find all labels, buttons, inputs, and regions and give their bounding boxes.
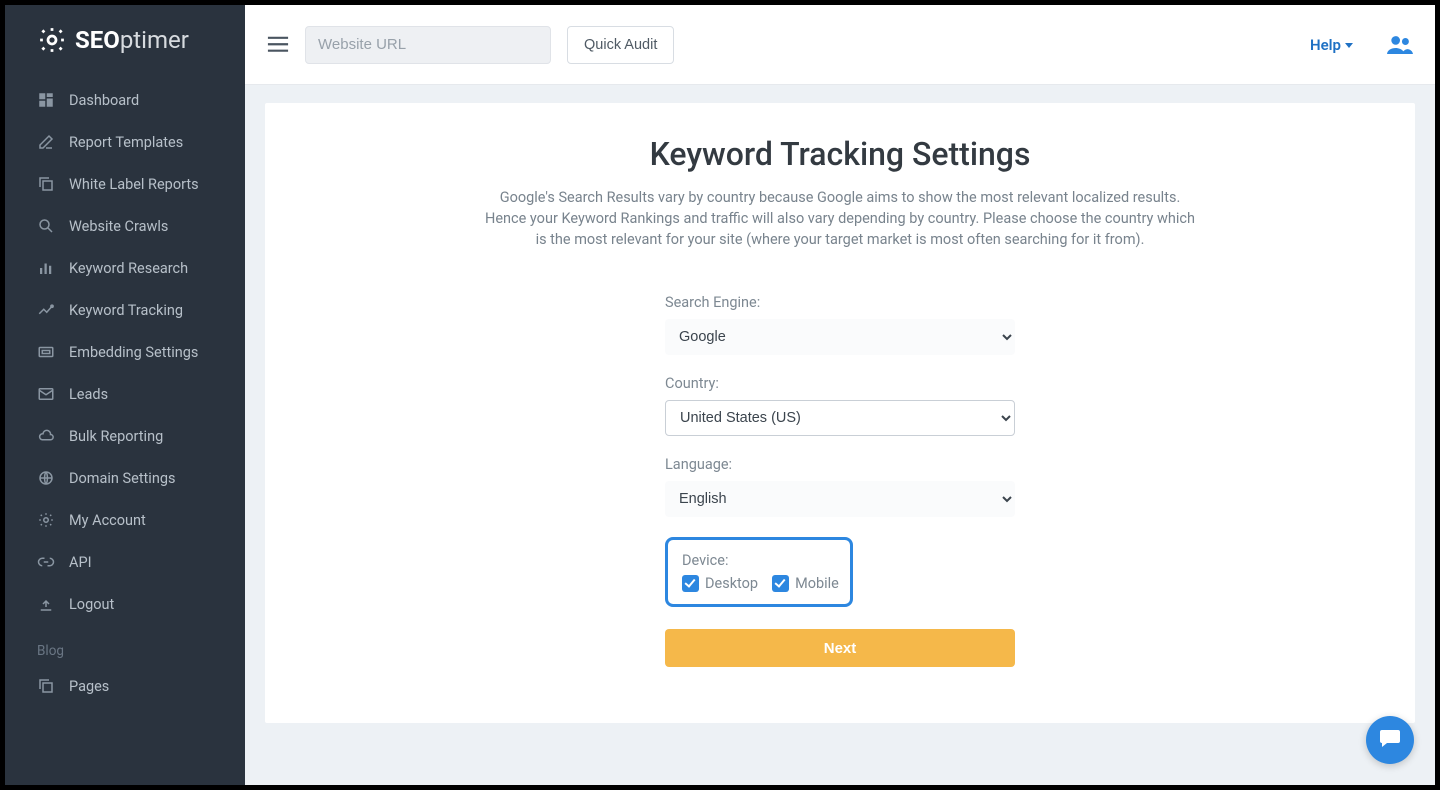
website-url-input[interactable] — [305, 26, 551, 64]
brand-text: SEOptimer — [75, 26, 189, 54]
chat-icon — [1378, 726, 1402, 754]
checkbox-mobile[interactable]: Mobile — [772, 575, 839, 592]
nav-label: Embedding Settings — [69, 344, 198, 361]
sidebar-item-report-templates[interactable]: Report Templates — [5, 121, 245, 163]
nav-label: Website Crawls — [69, 218, 168, 235]
checkbox-label: Mobile — [795, 575, 839, 592]
select-language[interactable]: English — [665, 481, 1015, 517]
checkbox-label: Desktop — [705, 575, 758, 592]
top-header: Quick Audit Help — [245, 5, 1435, 85]
embed-icon — [37, 343, 55, 361]
nav-label: Domain Settings — [69, 470, 175, 487]
search-icon — [37, 217, 55, 235]
sidebar-item-dashboard[interactable]: Dashboard — [5, 79, 245, 121]
users-icon[interactable] — [1387, 35, 1413, 55]
sidebar-nav: Dashboard Report Templates White Label R… — [5, 73, 245, 707]
sidebar-item-logout[interactable]: Logout — [5, 583, 245, 625]
brand-logo[interactable]: SEOptimer — [5, 5, 245, 73]
nav-label: White Label Reports — [69, 176, 199, 193]
field-language: Language: English — [665, 456, 1015, 517]
nav-label: Bulk Reporting — [69, 428, 163, 445]
copy-icon — [37, 175, 55, 193]
dashboard-icon — [37, 91, 55, 109]
caret-down-icon — [1345, 43, 1353, 48]
nav-label: Leads — [69, 386, 108, 403]
label-search-engine: Search Engine: — [665, 294, 1015, 311]
mail-icon — [37, 385, 55, 403]
content-area: Keyword Tracking Settings Google's Searc… — [245, 85, 1435, 785]
help-label: Help — [1310, 36, 1341, 54]
page-description: Google's Search Results vary by country … — [480, 187, 1200, 250]
select-country[interactable]: United States (US) — [665, 400, 1015, 436]
sidebar-item-domain-settings[interactable]: Domain Settings — [5, 457, 245, 499]
sidebar-item-my-account[interactable]: My Account — [5, 499, 245, 541]
menu-toggle-icon[interactable] — [267, 36, 289, 54]
nav-label: Dashboard — [69, 92, 139, 109]
settings-form: Search Engine: Google Country: United St… — [665, 294, 1015, 667]
next-button[interactable]: Next — [665, 629, 1015, 667]
sidebar-item-api[interactable]: API — [5, 541, 245, 583]
trend-icon — [37, 301, 55, 319]
sidebar-item-leads[interactable]: Leads — [5, 373, 245, 415]
sidebar-section-blog: Blog — [5, 625, 245, 665]
sidebar-item-embedding[interactable]: Embedding Settings — [5, 331, 245, 373]
cog-icon — [37, 511, 55, 529]
nav-label: Keyword Tracking — [69, 302, 183, 319]
gear-icon — [37, 25, 67, 55]
nav-label: Keyword Research — [69, 260, 188, 277]
nav-label: API — [69, 554, 92, 571]
device-highlight-box: Device: Desktop Mobile — [665, 537, 853, 607]
field-country: Country: United States (US) — [665, 375, 1015, 436]
pages-icon — [37, 677, 55, 695]
checkbox-desktop[interactable]: Desktop — [682, 575, 758, 592]
sidebar-item-website-crawls[interactable]: Website Crawls — [5, 205, 245, 247]
sidebar-item-keyword-research[interactable]: Keyword Research — [5, 247, 245, 289]
settings-panel: Keyword Tracking Settings Google's Searc… — [265, 103, 1415, 723]
sidebar-item-pages[interactable]: Pages — [5, 665, 245, 707]
nav-label: Pages — [69, 678, 109, 695]
chart-bar-icon — [37, 259, 55, 277]
label-device: Device: — [682, 552, 836, 569]
select-search-engine[interactable]: Google — [665, 319, 1015, 355]
page-title: Keyword Tracking Settings — [305, 135, 1375, 173]
sidebar: SEOptimer Dashboard Report Templates Whi… — [5, 5, 245, 785]
edit-icon — [37, 133, 55, 151]
cloud-icon — [37, 427, 55, 445]
chat-fab[interactable] — [1366, 716, 1414, 764]
sidebar-item-white-label[interactable]: White Label Reports — [5, 163, 245, 205]
nav-label: Report Templates — [69, 134, 183, 151]
quick-audit-button[interactable]: Quick Audit — [567, 26, 674, 64]
logout-icon — [37, 595, 55, 613]
checkbox-icon — [772, 575, 789, 592]
globe-icon — [37, 469, 55, 487]
sidebar-item-bulk-reporting[interactable]: Bulk Reporting — [5, 415, 245, 457]
label-language: Language: — [665, 456, 1015, 473]
help-dropdown[interactable]: Help — [1310, 36, 1353, 54]
sidebar-item-keyword-tracking[interactable]: Keyword Tracking — [5, 289, 245, 331]
api-icon — [37, 553, 55, 571]
nav-label: My Account — [69, 512, 146, 529]
label-country: Country: — [665, 375, 1015, 392]
field-search-engine: Search Engine: Google — [665, 294, 1015, 355]
checkbox-icon — [682, 575, 699, 592]
nav-label: Logout — [69, 596, 114, 613]
